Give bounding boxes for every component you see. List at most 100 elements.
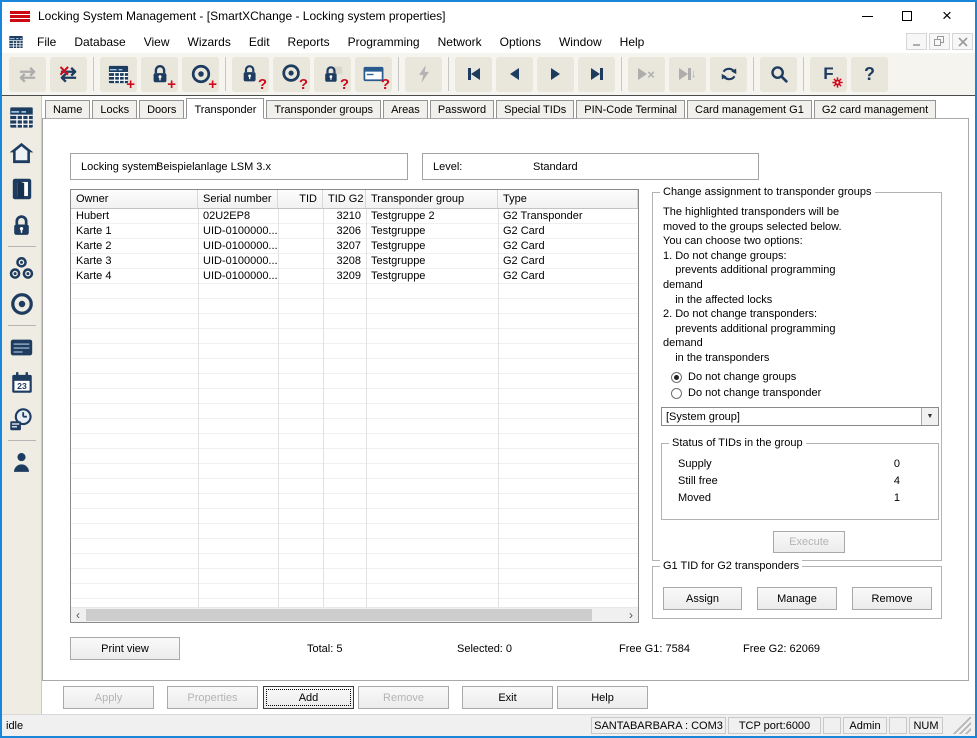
tab-name[interactable]: Name [45,100,90,118]
menu-help[interactable]: Help [611,32,654,52]
first-record-button[interactable] [455,57,492,92]
sidebar-transponder-button[interactable] [5,287,39,321]
change-assignment-description: The highlighted transponders will be mov… [663,205,842,366]
assign-button[interactable]: Assign [663,587,742,610]
table-row[interactable]: Karte 2UID-0100000...3207TestgruppeG2 Ca… [71,239,638,254]
sidebar-matrix-button[interactable] [5,100,39,134]
disconnect-button[interactable]: ⇄× [50,57,87,92]
radio-do-not-change-groups[interactable]: Do not change groups [671,371,796,383]
execute-button[interactable]: Execute [773,531,845,553]
menu-edit[interactable]: Edit [240,32,279,52]
horizontal-scrollbar[interactable]: ‹ › [71,607,638,622]
help-bottom-button[interactable]: Help [557,686,648,709]
apply-button[interactable]: Apply [63,686,154,709]
cell-serial: UID-0100000... [198,254,278,269]
maximize-button[interactable] [887,4,927,28]
tab-areas[interactable]: Areas [383,100,428,118]
add-button[interactable]: Add [263,686,354,709]
remove-g1-button[interactable]: Remove [852,587,932,610]
chevron-down-icon[interactable]: ▼ [921,408,938,425]
last-record-button[interactable] [578,57,615,92]
person-icon [9,450,34,475]
cell-type: G2 Card [498,239,638,254]
menu-reports[interactable]: Reports [279,32,339,52]
manage-button[interactable]: Manage [757,587,837,610]
column-header-tid[interactable]: TID [278,190,323,208]
column-header-type[interactable]: Type [498,190,638,208]
scroll-right-icon[interactable]: › [624,609,638,622]
program-button[interactable] [405,57,442,92]
close-button[interactable]: × [927,4,967,28]
table-row[interactable]: Karte 1UID-0100000...3206TestgruppeG2 Ca… [71,224,638,239]
scroll-left-icon[interactable]: ‹ [71,609,85,622]
menu-view[interactable]: View [135,32,179,52]
read-g1-lock-button[interactable]: ? [314,57,351,92]
read-transponder-button[interactable]: ? [273,57,310,92]
mdi-minimize-button[interactable] [906,33,927,50]
connect-button[interactable]: ⇄ [9,57,46,92]
tab-card-management-g1[interactable]: Card management G1 [687,100,812,118]
column-header-owner[interactable]: Owner [71,190,198,208]
properties-button[interactable]: Properties [167,686,258,709]
sidebar-transponder-group-button[interactable] [5,251,39,285]
mdi-restore-button[interactable] [929,33,950,50]
menu-network[interactable]: Network [429,32,491,52]
refresh-button[interactable] [710,57,747,92]
filter-settings-button[interactable]: F [810,57,847,92]
app-window: Locking System Management - [SmartXChang… [0,0,977,738]
tab-locks[interactable]: Locks [92,100,137,118]
resize-grip[interactable] [945,717,971,734]
lock-icon [9,213,34,238]
mdi-close-button[interactable] [952,33,973,50]
print-view-button[interactable]: Print view [70,637,180,660]
mdi-system-icon[interactable] [8,34,24,50]
scrollbar-thumb[interactable] [86,609,592,621]
sidebar-person-button[interactable] [5,445,39,479]
tid-status-groupbox: Status of TIDs in the group Supply 0 Sti… [661,443,939,520]
goto-record-button[interactable]: ↓ [669,57,706,92]
table-row[interactable]: Hubert02U2EP83210Testgruppe 2G2 Transpon… [71,209,638,224]
table-row[interactable]: Karte 4UID-0100000...3209TestgruppeG2 Ca… [71,269,638,284]
sidebar-calendar-button[interactable]: 23 [5,366,39,400]
next-record-button[interactable] [537,57,574,92]
sidebar-keypad-button[interactable] [5,330,39,364]
tab-transponder[interactable]: Transponder [186,98,264,119]
sidebar-time-plan-button[interactable] [5,402,39,436]
help-button[interactable]: ? [851,57,888,92]
sidebar-lock-button[interactable] [5,208,39,242]
sidebar-door-button[interactable] [5,172,39,206]
tab-g2-card-management[interactable]: G2 card management [814,100,936,118]
remove-button[interactable]: Remove [358,686,449,709]
read-lock-button[interactable]: ? [232,57,269,92]
previous-record-button[interactable] [496,57,533,92]
new-transponder-button[interactable]: + [182,57,219,92]
minimize-button[interactable] [847,4,887,28]
tab-pin-code-terminal[interactable]: PIN-Code Terminal [576,100,685,118]
table-row[interactable]: Karte 3UID-0100000...3208TestgruppeG2 Ca… [71,254,638,269]
svg-text:23: 23 [17,381,27,391]
column-header-transponder-group[interactable]: Transponder group [366,190,498,208]
tab-doors[interactable]: Doors [139,100,184,118]
menu-programming[interactable]: Programming [339,32,429,52]
exit-button[interactable]: Exit [462,686,553,709]
read-terminal-button[interactable]: ? [355,57,392,92]
menu-file[interactable]: File [28,32,65,52]
menu-window[interactable]: Window [550,32,611,52]
transponder-table: Owner Serial number TID TID G2 Transpond… [70,189,639,623]
menu-options[interactable]: Options [491,32,550,52]
cancel-record-button[interactable]: × [628,57,665,92]
group-dropdown[interactable]: [System group] ▼ [661,407,939,426]
sidebar-building-button[interactable] [5,136,39,170]
menu-wizards[interactable]: Wizards [179,32,240,52]
new-lock-button[interactable]: + [141,57,178,92]
new-locking-system-button[interactable]: + [100,57,137,92]
search-button[interactable] [760,57,797,92]
tab-transponder-groups[interactable]: Transponder groups [266,100,381,118]
menu-database[interactable]: Database [65,32,134,52]
connect-icon: ⇄ [19,62,36,87]
radio-do-not-change-transponder[interactable]: Do not change transponder [671,387,821,399]
column-header-serial-number[interactable]: Serial number [198,190,278,208]
tab-special-tids[interactable]: Special TIDs [496,100,574,118]
column-header-tid-g2[interactable]: TID G2 [323,190,366,208]
tab-password[interactable]: Password [430,100,494,118]
